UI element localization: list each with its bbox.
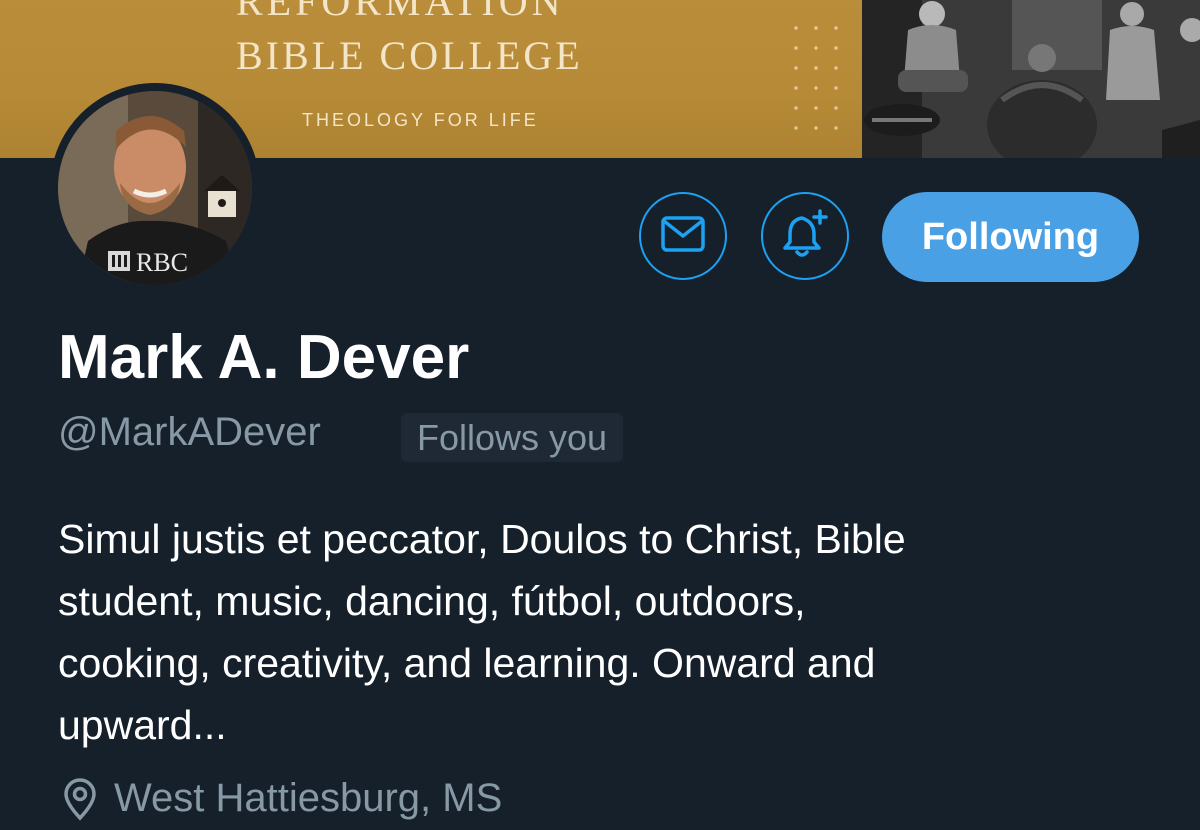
- profile-page: REFORMATION BIBLE COLLEGE THEOLOGY FOR L…: [0, 0, 1200, 830]
- location-text: West Hattiesburg, MS: [114, 776, 503, 820]
- envelope-icon: [660, 214, 706, 259]
- profile-avatar[interactable]: RBC: [50, 83, 260, 293]
- banner-tagline: THEOLOGY FOR LIFE: [302, 110, 539, 130]
- display-name: Mark A. Dever: [58, 323, 470, 392]
- follows-you-badge: Follows you: [401, 413, 624, 462]
- bio-line: cooking, creativity, and learning. Onwar…: [58, 640, 876, 686]
- profile-location: West Hattiesburg, MS: [60, 776, 502, 821]
- banner-dot-pattern: [786, 18, 846, 138]
- following-button[interactable]: Following: [882, 192, 1139, 282]
- bio-line: student, music, dancing, fútbol, outdoor…: [58, 578, 806, 624]
- user-handle: @MarkADever: [58, 410, 321, 454]
- banner-title-line2: BIBLE COLLEGE: [236, 33, 583, 78]
- profile-bio: Simul justis et peccator, Doulos to Chri…: [58, 508, 1148, 756]
- avatar-shirt-text: RBC: [136, 248, 188, 277]
- bell-plus-icon: [780, 208, 830, 265]
- banner-photo: [862, 0, 1200, 158]
- location-pin-icon: [60, 777, 100, 821]
- banner-title-line1: REFORMATION: [236, 0, 565, 24]
- bio-line: upward...: [58, 702, 227, 748]
- message-button[interactable]: [639, 192, 727, 280]
- notifications-button[interactable]: [761, 192, 849, 280]
- bio-line: Simul justis et peccator, Doulos to Chri…: [58, 516, 906, 562]
